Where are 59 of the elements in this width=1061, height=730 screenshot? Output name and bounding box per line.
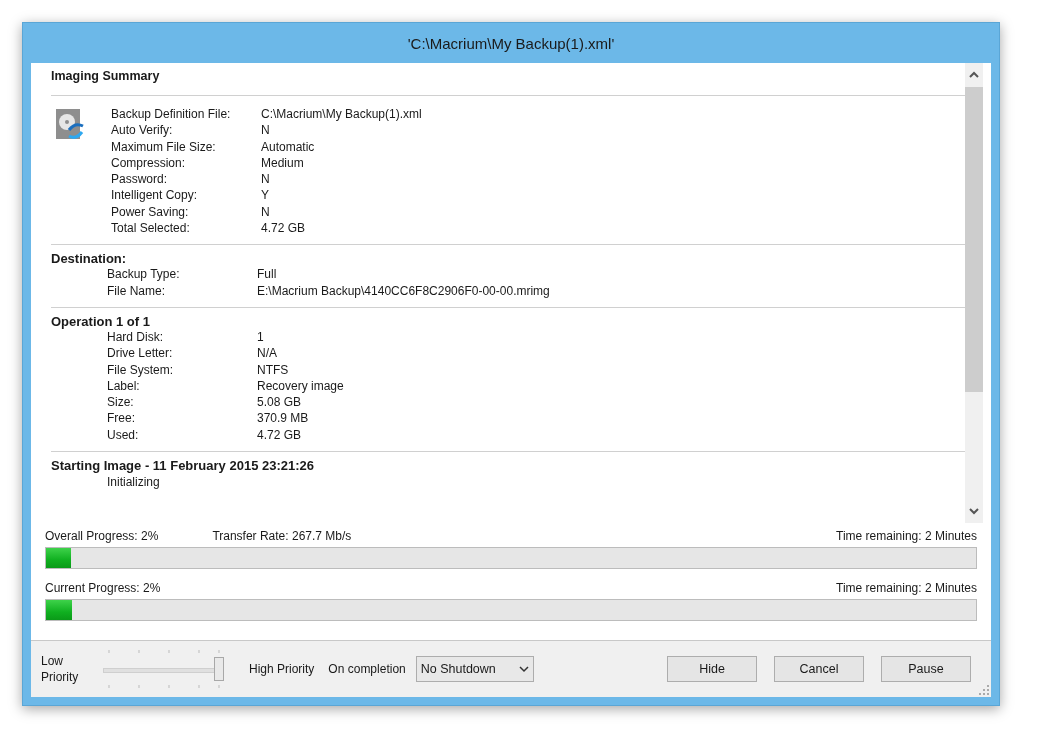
field-label: Size: — [107, 394, 134, 411]
field-value: N — [261, 122, 270, 139]
field-label: Backup Definition File: — [111, 106, 231, 123]
field-label: Backup Type: — [107, 266, 180, 283]
window-title: 'C:\Macrium\My Backup(1).xml' — [407, 34, 615, 52]
field-label: Drive Letter: — [107, 345, 173, 362]
field-value: Full — [257, 266, 277, 283]
field-label: Total Selected: — [111, 220, 190, 237]
progress-label: Overall Progress: 2% — [45, 529, 159, 543]
field-value: Y — [261, 187, 269, 204]
field-label: Label: — [107, 377, 140, 395]
on-completion-dropdown[interactable]: No Shutdown — [415, 656, 534, 682]
status-text: Initializing — [107, 474, 160, 492]
field-value: NTFS — [257, 361, 289, 378]
slider-thumb[interactable] — [214, 657, 224, 681]
field-value: 370.9 MB — [257, 410, 309, 427]
time-remaining: Time remaining: 2 Minutes — [836, 581, 977, 595]
high-priority-label: High Priority — [249, 661, 315, 677]
field-label: Auto Verify: — [111, 122, 173, 139]
dialog-button[interactable]: Cancel — [774, 656, 864, 682]
field-label: Intelligent Copy: — [111, 187, 198, 204]
section-heading: Destination: — [51, 251, 127, 267]
section-heading: Imaging Summary — [51, 69, 160, 83]
field-value: N/A — [257, 345, 277, 362]
section-heading: Starting Image - 11 February 2015 23:21:26 — [51, 458, 314, 474]
field-value: N — [261, 171, 270, 188]
scrollbar[interactable] — [965, 63, 983, 523]
field-value: 4.72 GB — [257, 426, 302, 444]
dialog-button[interactable]: Pause — [881, 656, 971, 682]
field-label: File Name: — [107, 282, 165, 299]
field-label: Free: — [107, 410, 135, 427]
field-value: Automatic — [261, 138, 315, 155]
field-value: E:\Macrium Backup\4140CC6F8C2906F0-00-00.mrimg — [257, 282, 550, 299]
field-value: Recovery image — [257, 377, 344, 395]
field-label: Password: — [111, 171, 168, 188]
field-value: Medium — [261, 154, 304, 172]
scroll-down-icon[interactable] — [968, 505, 980, 517]
priority-slider[interactable] — [101, 648, 225, 690]
transfer-rate: Transfer Rate: 267.7 Mb/s — [212, 529, 352, 543]
field-value: C:\Macrium\My Backup(1).xml — [261, 106, 422, 123]
chevron-down-icon — [518, 665, 529, 673]
field-value: 5.08 GB — [257, 394, 302, 411]
field-value: N — [261, 203, 270, 221]
progress-label: Current Progress: 2% — [45, 581, 161, 595]
low-priority-label: Low Priority — [41, 653, 80, 685]
scrollbar-thumb[interactable] — [965, 87, 983, 392]
dialog-button[interactable]: Hide — [667, 656, 757, 682]
on-completion-label: On completion — [328, 662, 406, 676]
field-label: Compression: — [111, 154, 186, 172]
field-label: File System: — [107, 361, 173, 378]
resize-grip-icon[interactable] — [979, 685, 989, 695]
field-label: Used: — [107, 426, 139, 444]
field-label: Hard Disk: — [107, 329, 163, 346]
field-value: 4.72 GB — [261, 220, 306, 237]
field-label: Maximum File Size: — [111, 138, 216, 155]
time-remaining: Time remaining: 2 Minutes — [836, 529, 977, 543]
field-label: Power Saving: — [111, 203, 189, 221]
field-value: 1 — [257, 328, 264, 346]
section-heading: Operation 1 of 1 — [51, 313, 150, 329]
